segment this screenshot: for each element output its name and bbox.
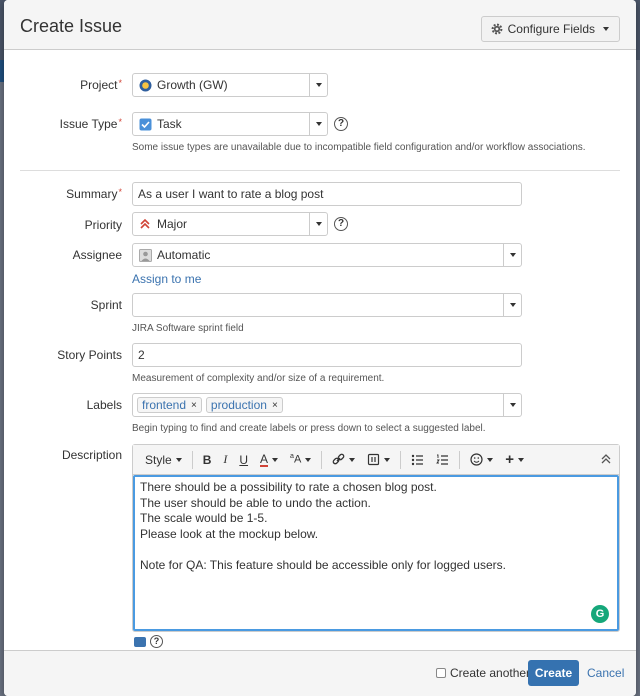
description-line: Please look at the mockup below. — [140, 526, 319, 541]
labels-note: Begin typing to find and create labels o… — [132, 423, 486, 434]
numbered-list-icon[interactable] — [430, 449, 455, 471]
description-line: Note for QA: This feature should be acce… — [140, 557, 506, 572]
create-another-checkbox[interactable]: Create another — [436, 666, 530, 680]
assign-to-me-link[interactable]: Assign to me — [132, 272, 201, 286]
text-color-icon[interactable]: A — [254, 449, 284, 471]
dialog-header: Create Issue Configure Fields — [4, 0, 636, 50]
chevron-down-icon — [309, 113, 327, 135]
avatar — [138, 248, 152, 262]
chevron-down-icon — [309, 213, 327, 235]
configure-fields-label: Configure Fields — [507, 22, 595, 36]
wiki-markup-icon[interactable] — [134, 637, 146, 647]
toolbar-separator — [459, 450, 461, 469]
remove-tag-icon[interactable]: × — [272, 400, 278, 411]
project-avatar-icon — [138, 78, 152, 92]
underline-icon[interactable]: U — [233, 449, 254, 471]
chevron-down-icon — [503, 244, 521, 266]
priority-value: Major — [157, 217, 188, 231]
toolbar-separator — [321, 450, 323, 469]
help-icon[interactable]: ? — [334, 117, 348, 131]
issue-type-label: Issue Type* — [59, 117, 122, 131]
sprint-note: JIRA Software sprint field — [132, 323, 244, 334]
project-select[interactable]: Growth (GW) — [132, 73, 328, 97]
assignee-select[interactable]: Automatic — [132, 243, 522, 267]
dialog-title: Create Issue — [20, 16, 123, 36]
summary-input[interactable]: As a user I want to rate a blog post — [132, 182, 522, 206]
toolbar-separator — [191, 450, 193, 469]
attachment-icon[interactable] — [361, 449, 396, 471]
collapse-toolbar-icon[interactable] — [601, 453, 611, 464]
story-points-value: 2 — [138, 348, 145, 362]
task-icon — [138, 117, 152, 131]
toolbar-separator — [400, 450, 402, 469]
bullet-list-icon[interactable] — [405, 449, 430, 471]
dialog-body: Project* Growth (GW) Issue Type* Task ? … — [4, 50, 636, 650]
checkbox-icon[interactable] — [436, 668, 446, 678]
description-textarea[interactable]: There should be a possibility to rate a … — [133, 475, 619, 631]
priority-label: Priority — [84, 218, 122, 232]
description-line: The scale would be 1-5. — [140, 511, 268, 525]
priority-major-icon — [138, 217, 152, 231]
chevron-down-icon — [175, 457, 182, 462]
configure-fields-button[interactable]: Configure Fields — [480, 16, 620, 42]
project-value: Growth (GW) — [157, 78, 228, 92]
sprint-label: Sprint — [90, 298, 122, 312]
description-editor: Style B I U A aA + There should be a pos… — [132, 444, 620, 632]
story-points-label: Story Points — [57, 348, 122, 362]
help-icon[interactable]: ? — [150, 635, 163, 648]
text-effects-icon[interactable]: aA — [284, 449, 317, 471]
chevron-down-icon — [603, 27, 609, 31]
chevron-down-icon — [503, 294, 521, 316]
emoji-icon[interactable] — [464, 449, 499, 471]
priority-select[interactable]: Major — [132, 212, 328, 236]
gear-icon — [491, 23, 503, 35]
issue-type-note: Some issue types are unavailable due to … — [132, 142, 586, 153]
bold-icon[interactable]: B — [197, 449, 218, 471]
description-line: There should be a possibility to rate a … — [140, 480, 437, 494]
create-button[interactable]: Create — [528, 660, 579, 686]
style-dropdown[interactable]: Style — [139, 449, 188, 471]
create-issue-dialog: Create Issue Configure Fields Project* G… — [4, 0, 636, 696]
description-line: The user should be able to undo the acti… — [140, 495, 371, 510]
description-label: Description — [61, 448, 122, 462]
cancel-link[interactable]: Cancel — [587, 666, 624, 680]
summary-label: Summary* — [66, 187, 122, 201]
sprint-select[interactable] — [132, 293, 522, 317]
assignee-value: Automatic — [157, 248, 211, 262]
help-icon[interactable]: ? — [334, 217, 348, 231]
description-line — [140, 542, 612, 558]
issue-type-value: Task — [157, 117, 182, 131]
insert-more-icon[interactable]: + — [499, 449, 530, 471]
italic-icon[interactable]: I — [217, 449, 233, 471]
assignee-label: Assignee — [72, 248, 122, 262]
labels-label: Labels — [86, 398, 122, 412]
label-tag[interactable]: production × — [205, 397, 283, 413]
issue-type-select[interactable]: Task — [132, 112, 328, 136]
chevron-down-icon — [309, 74, 327, 96]
labels-input[interactable]: frontend × production × — [132, 393, 522, 417]
dialog-footer: Create another Create Cancel — [4, 650, 636, 696]
story-points-note: Measurement of complexity and/or size of… — [132, 373, 385, 384]
story-points-input[interactable]: 2 — [132, 343, 522, 367]
summary-value: As a user I want to rate a blog post — [138, 187, 324, 201]
link-icon[interactable] — [326, 449, 361, 471]
project-label: Project* — [80, 78, 122, 92]
divider — [20, 170, 620, 171]
editor-toolbar: Style B I U A aA + — [133, 445, 619, 475]
chevron-down-icon — [503, 394, 521, 416]
remove-tag-icon[interactable]: × — [191, 400, 197, 411]
grammarly-icon[interactable]: G — [591, 605, 609, 623]
label-tag[interactable]: frontend × — [137, 397, 202, 413]
